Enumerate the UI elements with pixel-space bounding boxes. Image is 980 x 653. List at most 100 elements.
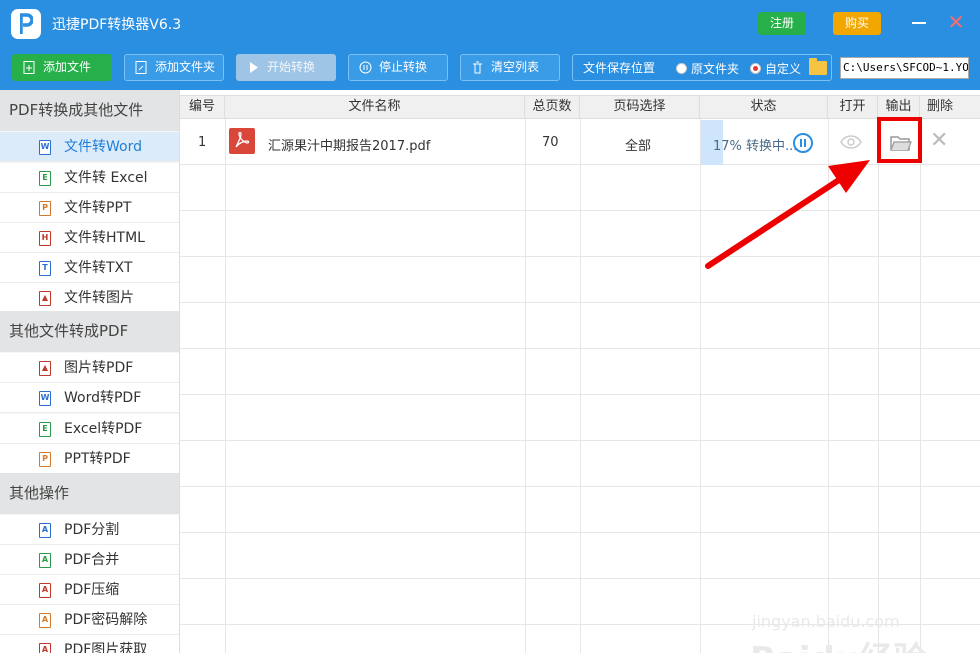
add-folder-button[interactable]: 添加文件夹 [124, 54, 224, 81]
radio-original-folder[interactable] [676, 63, 687, 74]
sidebar-item-image-to-pdf[interactable]: ▲ 图片转PDF [0, 353, 179, 383]
ppt-file-icon: P [39, 201, 51, 216]
word-file-icon: W [39, 140, 51, 155]
sidebar-item-label: Word转PDF [64, 390, 142, 406]
sidebar-item-pdf-decrypt[interactable]: A PDF密码解除 [0, 605, 179, 635]
sidebar-item-to-txt[interactable]: T 文件转TXT [0, 253, 179, 283]
sidebar-item-label: PDF密码解除 [64, 612, 148, 628]
col-range: 页码选择 [580, 96, 700, 118]
pdf-file-icon: A [39, 553, 51, 568]
col-pages: 总页数 [525, 96, 580, 118]
col-delete: 删除 [926, 99, 953, 114]
col-open: 打开 [828, 96, 878, 118]
row-pages: 70 [542, 135, 559, 150]
radio-original-label: 原文件夹 [691, 62, 740, 76]
sidebar-item-label: 文件转PPT [64, 200, 132, 216]
clear-list-button[interactable]: 清空列表 [460, 54, 560, 81]
save-location-label: 文件保存位置 [583, 61, 656, 75]
sidebar-item-pdf-split[interactable]: A PDF分割 [0, 515, 179, 545]
col-status: 状态 [700, 96, 828, 118]
add-file-label: 添加文件 [43, 60, 92, 74]
table-header: 编号 文件名称 总页数 页码选择 状态 打开 输出 删除 [180, 95, 980, 119]
radio-custom-label: 自定义 [765, 62, 802, 76]
word-file-icon: W [39, 391, 51, 406]
pdf-file-icon: A [39, 583, 51, 598]
stop-icon [359, 61, 372, 74]
sidebar-item-label: 文件转 Excel [64, 170, 148, 186]
add-folder-label: 添加文件夹 [155, 60, 216, 74]
sidebar-item-label: 文件转Word [64, 139, 142, 155]
table-row-empty [180, 257, 980, 303]
row-filename: 汇源果汁中期报告2017.pdf [268, 139, 431, 154]
table-row-empty [180, 349, 980, 395]
pdf-file-icon: A [39, 613, 51, 628]
table-row-empty [180, 395, 980, 441]
sidebar-item-label: PDF分割 [64, 522, 120, 538]
pdf-file-icon [229, 128, 255, 154]
sidebar-item-pdf-image-extract[interactable]: A PDF图片获取 [0, 635, 179, 653]
sidebar-item-excel-to-pdf[interactable]: E Excel转PDF [0, 414, 179, 444]
sidebar-item-label: 文件转图片 [64, 290, 134, 306]
row-index: 1 [198, 135, 207, 150]
sidebar-section-other-to-pdf: 其他文件转成PDF [0, 311, 179, 352]
watermark-url: jingyan.baidu.com [752, 612, 900, 631]
radio-custom[interactable] [750, 63, 761, 74]
add-file-icon [23, 61, 35, 74]
sidebar: PDF转换成其他文件 W 文件转Word E 文件转 Excel P 文件转PPT H… [0, 90, 180, 653]
sidebar-item-ppt-to-pdf[interactable]: P PPT转PDF [0, 444, 179, 474]
stop-convert-button[interactable]: 停止转换 [348, 54, 448, 81]
excel-file-icon: E [39, 171, 51, 186]
pdf-file-icon: A [39, 643, 51, 653]
sidebar-item-label: Excel转PDF [64, 421, 143, 437]
table-row-empty [180, 441, 980, 487]
sidebar-item-label: 文件转TXT [64, 260, 133, 276]
delete-icon[interactable]: ✕ [930, 130, 948, 152]
highlight-box [877, 117, 922, 163]
buy-button[interactable]: 购买 [833, 12, 881, 35]
table-row-empty [180, 533, 980, 579]
file-table: 编号 文件名称 总页数 页码选择 状态 打开 输出 删除 1 汇源果汁中期报告2… [180, 90, 980, 653]
excel-file-icon: E [39, 422, 51, 437]
table-row-empty [180, 303, 980, 349]
ppt-file-icon: P [39, 452, 51, 467]
start-convert-label: 开始转换 [267, 60, 316, 74]
sidebar-item-to-html[interactable]: H 文件转HTML [0, 223, 179, 253]
table-row-empty [180, 165, 980, 211]
col-filename: 文件名称 [225, 96, 525, 118]
col-output: 输出 [878, 96, 920, 118]
save-path-input[interactable]: C:\Users\SFCOD~1.YOU\ [840, 57, 969, 79]
browse-folder-icon[interactable] [809, 58, 827, 75]
toolbar: 添加文件 添加文件夹 开始转换 停止转换 清空列表 文件保存位置 原文件夹 自定… [0, 47, 980, 90]
sidebar-item-pdf-compress[interactable]: A PDF压缩 [0, 575, 179, 605]
sidebar-item-label: PDF压缩 [64, 582, 120, 598]
sidebar-item-pdf-merge[interactable]: A PDF合并 [0, 545, 179, 575]
app-logo-icon [11, 9, 41, 39]
sidebar-item-to-excel[interactable]: E 文件转 Excel [0, 163, 179, 193]
add-folder-icon [135, 61, 147, 74]
sidebar-item-to-word[interactable]: W 文件转Word [0, 132, 179, 162]
stop-convert-label: 停止转换 [379, 60, 428, 74]
watermark-brand: Baidu经验 [750, 632, 927, 653]
pause-icon[interactable] [793, 133, 813, 153]
sidebar-section-pdf-to-other: PDF转换成其他文件 [0, 90, 179, 131]
title-bar: 迅捷PDF转换器V6.3 注册 购买 ✕ [0, 0, 980, 47]
sidebar-item-label: PPT转PDF [64, 451, 131, 467]
sidebar-item-to-image[interactable]: ▲ 文件转图片 [0, 283, 179, 313]
sidebar-item-label: 图片转PDF [64, 360, 134, 376]
image-file-icon: ▲ [39, 361, 51, 376]
play-icon [250, 62, 258, 73]
close-icon[interactable]: ✕ [946, 12, 966, 33]
start-convert-button[interactable]: 开始转换 [236, 54, 336, 81]
row-status: 17% 转换中... [713, 139, 798, 154]
txt-file-icon: T [39, 261, 51, 276]
table-row-empty [180, 487, 980, 533]
sidebar-item-word-to-pdf[interactable]: W Word转PDF [0, 383, 179, 413]
col-index: 编号 [180, 96, 225, 118]
sidebar-item-to-ppt[interactable]: P 文件转PPT [0, 193, 179, 223]
row-range[interactable]: 全部 [625, 135, 651, 154]
register-button[interactable]: 注册 [758, 12, 806, 35]
minimize-icon[interactable] [912, 22, 926, 24]
eye-icon[interactable] [840, 135, 862, 149]
add-file-button[interactable]: 添加文件 [12, 54, 112, 81]
sidebar-section-other-ops: 其他操作 [0, 473, 179, 514]
